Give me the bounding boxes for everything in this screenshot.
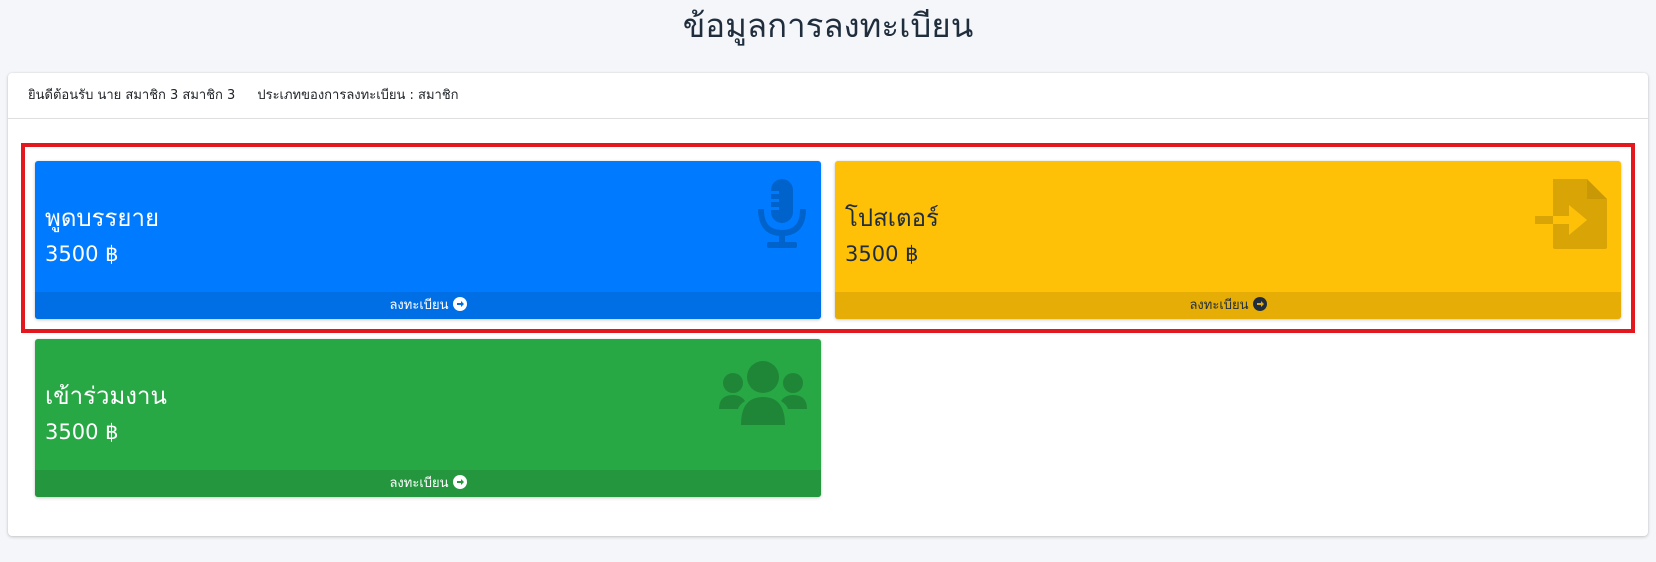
register-link-label: ลงทะเบียน bbox=[1189, 298, 1249, 313]
option-box-attend: เข้าร่วมงาน 3500 ฿ ลงทะเบียน bbox=[35, 339, 821, 497]
registration-type-text: ประเภทของการลงทะเบียน : สมาชิก bbox=[257, 88, 459, 103]
microphone-icon bbox=[757, 179, 807, 253]
option-price: 3500 ฿ bbox=[845, 242, 919, 266]
arrow-circle-right-icon bbox=[452, 475, 467, 489]
option-price: 3500 ฿ bbox=[45, 420, 119, 444]
arrow-circle-right-icon bbox=[1252, 297, 1267, 311]
option-price: 3500 ฿ bbox=[45, 242, 119, 266]
option-box-lecture: พูดบรรยาย 3500 ฿ ลงทะเบียน bbox=[35, 161, 821, 319]
users-icon bbox=[719, 361, 807, 429]
register-link-poster[interactable]: ลงทะเบียน bbox=[835, 292, 1621, 319]
option-content: โปสเตอร์ 3500 ฿ bbox=[845, 201, 939, 272]
register-link-label: ลงทะเบียน bbox=[389, 298, 449, 313]
register-link-label: ลงทะเบียน bbox=[389, 476, 449, 491]
card-header: ยินดีต้อนรับ นาย สมาชิก 3 สมาชิก 3 ประเภท… bbox=[8, 73, 1648, 119]
file-import-icon bbox=[1535, 179, 1607, 253]
option-content: เข้าร่วมงาน 3500 ฿ bbox=[45, 379, 167, 450]
option-title: พูดบรรยาย bbox=[45, 204, 160, 232]
register-link-attend[interactable]: ลงทะเบียน bbox=[35, 470, 821, 497]
register-link-lecture[interactable]: ลงทะเบียน bbox=[35, 292, 821, 319]
option-title: โปสเตอร์ bbox=[845, 204, 939, 232]
page-title: ข้อมูลการลงทะเบียน bbox=[682, 6, 974, 45]
option-title: เข้าร่วมงาน bbox=[45, 382, 167, 410]
arrow-circle-right-icon bbox=[452, 297, 467, 311]
option-box-poster: โปสเตอร์ 3500 ฿ ลงทะเบียน bbox=[835, 161, 1621, 319]
welcome-text: ยินดีต้อนรับ นาย สมาชิก 3 สมาชิก 3 bbox=[28, 88, 236, 103]
option-content: พูดบรรยาย 3500 ฿ bbox=[45, 201, 159, 272]
